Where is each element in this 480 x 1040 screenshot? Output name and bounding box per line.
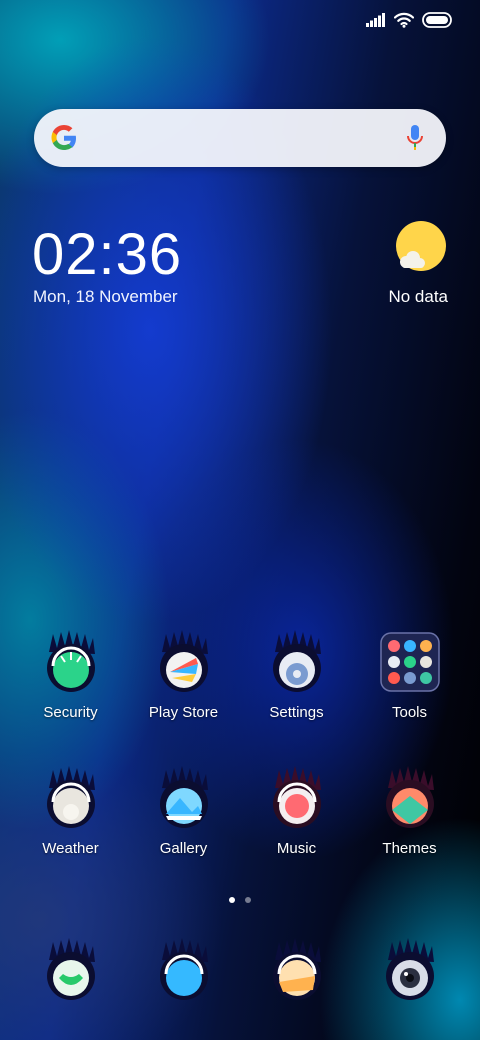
camera-icon[interactable] [378,938,442,1002]
google-g-icon[interactable] [50,124,78,157]
app-label: Play Store [148,704,219,721]
app-label: Gallery [159,840,208,857]
sun-cloud-icon[interactable] [394,220,448,279]
weather-app-icon[interactable] [39,766,103,830]
app-row: Weather Gallery Music Themes [0,766,480,886]
clock-time[interactable]: 02:36 [32,222,182,288]
app-weather[interactable]: Weather [14,766,127,858]
app-row: Security Play Store Settings Tools [0,630,480,750]
app-security[interactable]: Security [14,630,127,722]
battery-icon [422,11,454,33]
app-label: Security [43,704,98,721]
microphone-icon[interactable] [406,124,424,157]
app-play-store[interactable]: Play Store [127,630,240,722]
messages-icon[interactable] [152,938,216,1002]
app-label: Settings [269,704,324,721]
page-dot-active[interactable] [229,897,235,903]
browser-icon[interactable] [265,938,329,1002]
app-tools-folder[interactable]: Tools [353,630,466,722]
app-label: Themes [382,840,437,857]
signal-bars-icon [366,12,386,32]
app-themes[interactable]: Themes [353,766,466,858]
themes-icon[interactable] [378,766,442,830]
settings-icon[interactable] [265,630,329,694]
app-music[interactable]: Music [240,766,353,858]
phone-icon[interactable] [39,938,103,1002]
play-store-icon[interactable] [152,630,216,694]
app-label: Weather [42,840,99,857]
dock-app-camera[interactable] [353,938,466,1002]
music-icon[interactable] [265,766,329,830]
gallery-icon[interactable] [152,766,216,830]
clock-date[interactable]: Mon, 18 November [33,286,178,308]
dock-app-messages[interactable] [127,938,240,1002]
security-icon[interactable] [39,630,103,694]
weather-status: No data [388,287,448,306]
app-settings[interactable]: Settings [240,630,353,722]
page-dot[interactable] [245,897,251,903]
app-gallery[interactable]: Gallery [127,766,240,858]
dock [0,938,480,1038]
dock-app-browser[interactable] [240,938,353,1002]
tools-folder-icon[interactable] [378,630,442,694]
app-label: Tools [391,704,428,721]
wifi-icon [393,12,415,33]
app-label: Music [276,840,317,857]
page-indicator[interactable] [0,897,480,903]
status-bar [366,10,454,34]
google-search-bar[interactable] [34,109,446,167]
dock-app-phone[interactable] [14,938,127,1002]
